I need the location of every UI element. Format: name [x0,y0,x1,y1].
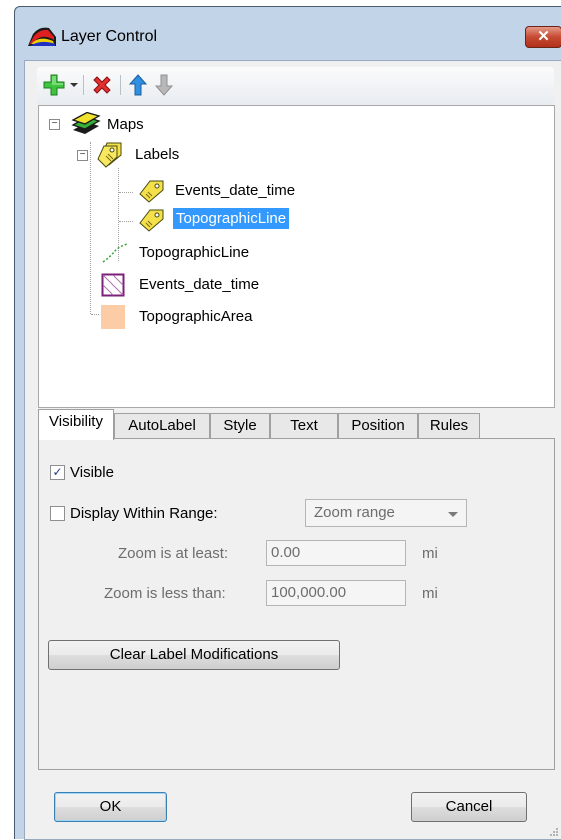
zoom-range-select[interactable]: Zoom range [305,499,467,527]
tree-node-label: Events_date_time [175,182,296,199]
add-layer-button[interactable] [41,72,67,98]
tree-node-label-selected: TopographicLine [173,208,290,229]
zoom-min-label: Zoom is at least: [118,545,229,562]
zoom-max-field[interactable]: 100,000.00 [266,580,406,606]
tree-connector [91,314,99,315]
tab-rules[interactable]: Rules [418,413,480,439]
resize-grip-icon[interactable] [549,827,559,837]
move-up-button[interactable] [126,72,150,98]
remove-layer-icon [93,76,111,94]
clear-label-modifications-button[interactable]: Clear Label Modifications [48,640,340,670]
tab-style[interactable]: Style [210,413,270,439]
tree-node-label: TopographicLine [139,244,250,261]
cancel-button[interactable]: Cancel [411,792,527,822]
zoom-max-label: Zoom is less than: [104,585,226,602]
tree-node-layer-topographicline[interactable]: TopographicLine [99,240,399,266]
label-tag-icon [139,209,164,232]
remove-layer-button[interactable] [89,72,115,98]
label-tag-icon [139,180,164,203]
add-layer-icon [43,74,65,96]
close-icon: ✕ [537,28,550,45]
title-bar[interactable]: Layer Control ✕ [15,7,561,59]
line-layer-icon [102,243,128,263]
window-title: Layer Control [61,28,158,45]
tree-node-maps[interactable]: − Maps [47,112,347,138]
tab-text[interactable]: Text [270,413,338,439]
toolbar-separator [120,75,121,95]
checkmark-icon: ✓ [52,465,63,479]
layer-tree[interactable]: − Maps − Labels Events_date_time Topogra… [38,105,555,408]
tab-autolabel[interactable]: AutoLabel [114,413,210,439]
tab-visibility[interactable]: Visibility [38,409,114,440]
tree-node-label: Maps [107,116,144,133]
tree-node-label: Events_date_time [139,276,260,293]
tree-node-layer-topographicarea[interactable]: TopographicArea [99,304,399,330]
area-layer-icon [101,273,125,297]
close-button[interactable]: ✕ [525,26,561,48]
zoom-min-unit: mi [422,545,438,562]
area-fill-icon [101,305,125,329]
app-icon [28,27,56,46]
collapse-icon[interactable]: − [77,150,88,161]
toolbar-separator [83,75,84,95]
zoom-max-unit: mi [422,585,438,602]
layer-control-window: Layer Control ✕ − Maps − Labels Events_d… [14,6,561,840]
display-within-range-checkbox[interactable] [50,506,65,521]
tab-strip: Visibility AutoLabel Style Text Position… [38,409,555,440]
tree-node-label: Labels [135,146,180,163]
dropdown-arrow-icon [70,83,78,87]
tree-node-label: TopographicArea [139,308,253,325]
tree-node-label-topographicline[interactable]: TopographicLine [135,207,435,233]
ok-button[interactable]: OK [54,792,167,822]
tab-position[interactable]: Position [338,413,418,439]
visibility-panel: ✓ Visible Display Within Range: Zoom ran… [38,438,555,770]
zoom-range-value: Zoom range [314,504,395,521]
map-layers-icon [71,112,101,134]
chevron-down-icon [448,512,458,517]
display-within-range-label: Display Within Range: [70,505,218,522]
move-down-button[interactable] [152,72,176,98]
tree-node-labels[interactable]: − Labels [75,142,375,168]
add-layer-dropdown[interactable] [68,72,80,98]
tree-node-label-events[interactable]: Events_date_time [135,178,435,204]
tree-connector [119,221,133,222]
visible-label: Visible [70,464,114,481]
visible-checkbox[interactable]: ✓ [50,465,65,480]
move-down-icon [155,74,173,96]
dialog-client: − Maps − Labels Events_date_time Topogra… [24,60,561,840]
tree-connector [119,192,133,193]
collapse-icon[interactable]: − [49,119,60,130]
tree-node-layer-events[interactable]: Events_date_time [99,272,399,298]
toolbar [37,67,554,105]
labels-group-icon [97,142,122,168]
move-up-icon [129,74,147,96]
zoom-min-field[interactable]: 0.00 [266,540,406,566]
